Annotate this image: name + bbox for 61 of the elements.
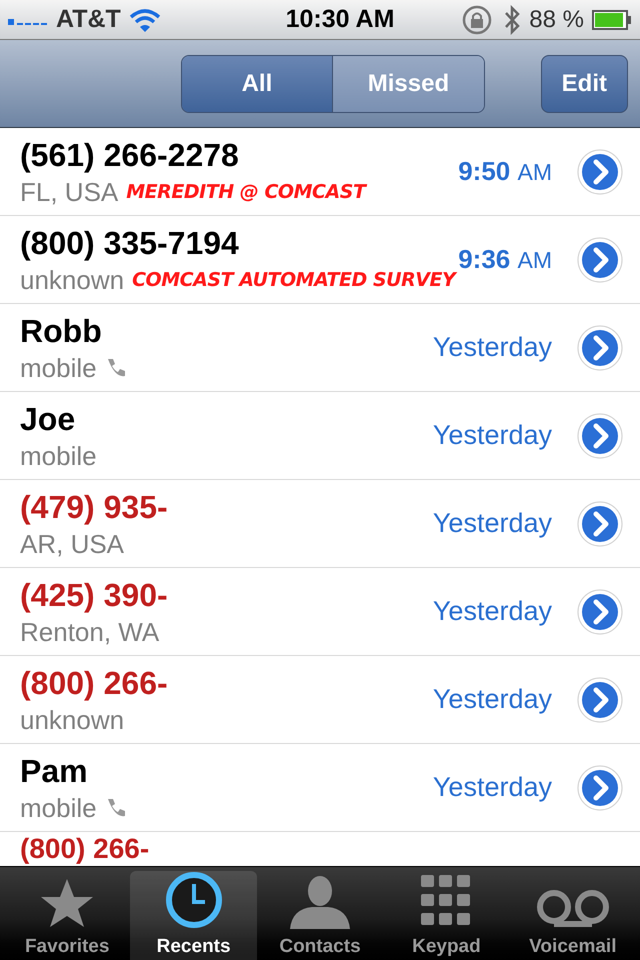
caller-name: (479) 935- xyxy=(20,488,169,526)
call-detail: mobile xyxy=(20,792,97,824)
caller-name: Robb xyxy=(20,312,103,350)
call-date: Yesterday xyxy=(432,595,552,628)
caller-name: Joe xyxy=(20,400,76,438)
call-time: 9:36 AM xyxy=(458,243,552,276)
carrier-name: AT&T xyxy=(56,4,121,35)
call-row[interactable]: Pam mobile Yesterday xyxy=(0,744,640,832)
call-date: Yesterday xyxy=(432,419,552,452)
call-date: Yesterday xyxy=(432,331,552,364)
call-row[interactable]: (479) 935- AR, USA Yesterday xyxy=(0,480,640,568)
call-row[interactable]: (800) 266- unknown Yesterday xyxy=(0,656,640,744)
voicemail-icon xyxy=(536,889,610,929)
clock-time: 10:30 AM xyxy=(284,4,396,35)
star-icon xyxy=(39,877,96,929)
tab-bar-item[interactable]: Favorites xyxy=(4,871,130,960)
handwritten-note: MEREDITH @ COMCAST xyxy=(126,180,366,204)
edit-button[interactable]: Edit xyxy=(540,54,628,112)
detail-disclosure-icon[interactable] xyxy=(576,588,624,636)
call-detail: AR, USA xyxy=(20,528,124,560)
detail-disclosure-icon[interactable] xyxy=(576,676,624,724)
call-date: Yesterday xyxy=(432,507,552,540)
call-row[interactable]: Robb mobile Yesterday xyxy=(0,304,640,392)
call-date: Yesterday xyxy=(432,683,552,716)
call-detail: unknown xyxy=(20,264,124,296)
clock-icon xyxy=(164,871,223,929)
caller-name: Pam xyxy=(20,752,89,790)
battery-percentage: 88 % xyxy=(529,4,584,34)
tab-bar-item[interactable]: Keypad xyxy=(383,871,510,960)
call-row[interactable]: (561) 266-2278 FL, USA MEREDITH @ COMCAST 9:50 AM xyxy=(0,128,640,216)
detail-disclosure-icon[interactable] xyxy=(576,148,624,196)
detail-disclosure-icon[interactable] xyxy=(576,500,624,548)
call-row[interactable]: (800) 266- xyxy=(0,832,640,866)
segment-tab[interactable]: All xyxy=(182,56,332,112)
handwritten-note: COMCAST AUTOMATED SURVEY xyxy=(132,268,456,292)
detail-disclosure-icon[interactable] xyxy=(576,236,624,284)
call-time: 9:50 AM xyxy=(458,155,552,188)
caller-name: (800) 266- xyxy=(20,834,150,864)
battery-icon xyxy=(592,10,632,30)
detail-disclosure-icon[interactable] xyxy=(576,764,624,812)
caller-name: (800) 266- xyxy=(20,664,169,702)
tab-bar-item[interactable]: Contacts xyxy=(256,871,384,960)
detail-disclosure-icon[interactable] xyxy=(576,412,624,460)
call-detail: Renton, WA xyxy=(20,616,160,648)
caller-name: (425) 390- xyxy=(20,576,169,614)
tab-bar-item[interactable]: Recents xyxy=(130,871,257,960)
call-detail: FL, USA xyxy=(20,176,118,208)
call-detail: mobile xyxy=(20,352,97,384)
call-detail: unknown xyxy=(20,704,124,736)
caller-name: (561) 266-2278 xyxy=(20,136,240,174)
tab-bar-item[interactable]: Voicemail xyxy=(510,871,636,960)
call-row[interactable]: (425) 390- Renton, WA Yesterday xyxy=(0,568,640,656)
call-detail: mobile xyxy=(20,440,97,472)
wifi-icon xyxy=(128,8,161,32)
caller-name: (800) 335-7194 xyxy=(20,224,240,262)
bluetooth-icon xyxy=(503,4,522,34)
person-icon xyxy=(288,873,352,929)
call-row[interactable]: Joe mobile Yesterday xyxy=(0,392,640,480)
call-row[interactable]: (800) 335-7194 unknown COMCAST AUTOMATED SURVEY 9:36 AM xyxy=(0,216,640,304)
call-date: Yesterday xyxy=(432,771,552,804)
detail-disclosure-icon[interactable] xyxy=(576,324,624,372)
